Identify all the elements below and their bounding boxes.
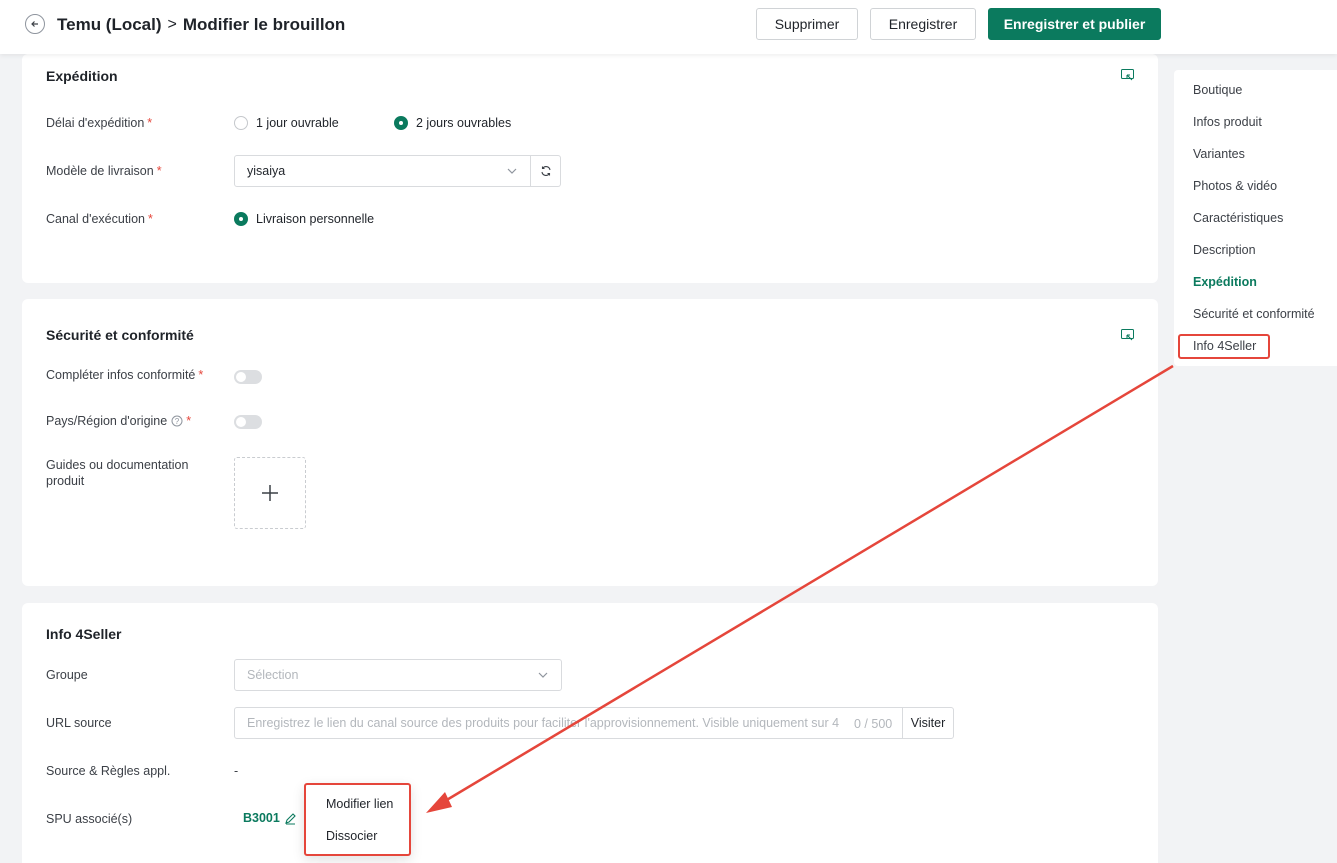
nav-item-infos-produit[interactable]: Infos produit	[1193, 115, 1262, 129]
template-value: yisaiya	[247, 164, 286, 178]
nav-item-caracteristiques[interactable]: Caractéristiques	[1193, 211, 1283, 225]
radio-label: Livraison personnelle	[256, 212, 375, 226]
radio-label: 1 jour ouvrable	[256, 116, 339, 130]
menu-item-edit-link[interactable]: Modifier lien	[326, 797, 393, 811]
group-select[interactable]: Sélection	[234, 659, 562, 691]
shipping-card: Expédition Délai d'expédition * 1 jour ou…	[22, 54, 1158, 283]
refresh-button[interactable]	[531, 155, 561, 187]
collapse-icon[interactable]	[1121, 329, 1134, 342]
nav-item-photos-video[interactable]: Photos & vidéo	[1193, 179, 1277, 193]
url-label: URL source	[46, 716, 112, 730]
plus-icon	[262, 485, 278, 501]
info4seller-title: Info 4Seller	[46, 626, 122, 642]
edit-icon[interactable]	[284, 812, 297, 825]
radio-label: 2 jours ouvrables	[416, 116, 512, 130]
annotation-highlight-box	[1178, 334, 1270, 359]
chevron-down-icon	[507, 168, 517, 174]
guides-label: Guides ou documentation produit	[46, 458, 189, 488]
save-button[interactable]: Enregistrer	[870, 8, 976, 40]
nav-item-boutique[interactable]: Boutique	[1193, 83, 1242, 97]
channel-label: Canal d'exécution *	[46, 212, 153, 226]
rules-label: Source & Règles appl.	[46, 764, 171, 778]
nav-item-expedition[interactable]: Expédition	[1193, 275, 1257, 289]
save-and-publish-button[interactable]: Enregistrer et publier	[988, 8, 1161, 40]
visit-button[interactable]: Visiter	[902, 707, 954, 739]
collapse-icon[interactable]	[1121, 69, 1134, 82]
chevron-down-icon	[538, 672, 548, 678]
delay-label: Délai d'expédition *	[46, 116, 153, 130]
compliance-card: Sécurité et conformité Compléter infos c…	[22, 299, 1158, 586]
template-select[interactable]: yisaiya	[234, 155, 531, 187]
delete-button[interactable]: Supprimer	[756, 8, 858, 40]
page-title: Modifier le brouillon	[182, 15, 346, 34]
spu-value[interactable]: B3001	[243, 811, 280, 825]
compliance-complete-toggle[interactable]	[234, 370, 262, 384]
origin-label: Pays/Région d'origine ? *	[46, 414, 192, 428]
help-icon[interactable]: ?	[171, 415, 183, 427]
nav-item-securite[interactable]: Sécurité et conformité	[1193, 307, 1315, 321]
nav-item-description[interactable]: Description	[1193, 243, 1256, 257]
info4seller-card: Info 4Seller Groupe Sélection URL source…	[22, 603, 1158, 863]
upload-button[interactable]	[234, 457, 306, 529]
breadcrumb-separator: >	[167, 16, 177, 33]
radio-dot-selected	[234, 212, 248, 226]
compliance-title: Sécurité et conformité	[46, 327, 194, 343]
svg-text:?: ?	[175, 417, 180, 426]
radio-2-days[interactable]: 2 jours ouvrables	[394, 116, 511, 130]
breadcrumb: Temu (Local) > Modifier le brouillon	[57, 15, 345, 35]
top-header: Temu (Local) > Modifier le brouillon Sup…	[0, 0, 1337, 54]
group-placeholder: Sélection	[247, 668, 299, 682]
shipping-title: Expédition	[46, 68, 118, 84]
url-counter: 0 / 500	[850, 717, 893, 731]
url-placeholder: Enregistrez le lien du canal source des …	[247, 716, 840, 730]
spu-link[interactable]: B3001	[243, 811, 297, 825]
spu-label: SPU associé(s)	[46, 812, 133, 826]
nav-item-variantes[interactable]: Variantes	[1193, 147, 1245, 161]
spu-action-menu: Modifier lien Dissocier	[304, 783, 411, 856]
template-label: Modèle de livraison *	[46, 164, 162, 178]
section-nav: Boutique Infos produit Variantes Photos …	[1174, 70, 1337, 366]
group-label: Groupe	[46, 668, 88, 682]
menu-item-dissociate[interactable]: Dissocier	[326, 829, 377, 843]
radio-1-day[interactable]: 1 jour ouvrable	[234, 116, 339, 130]
breadcrumb-root[interactable]: Temu (Local)	[57, 15, 162, 35]
refresh-icon	[540, 166, 551, 176]
origin-toggle[interactable]	[234, 415, 262, 429]
compliance-complete-label: Compléter infos conformité *	[46, 368, 204, 382]
radio-dot-selected	[394, 116, 408, 130]
radio-self-delivery[interactable]: Livraison personnelle	[234, 212, 374, 226]
url-input[interactable]: Enregistrez le lien du canal source des …	[234, 707, 903, 739]
back-arrow-icon[interactable]	[25, 14, 45, 34]
radio-dot	[234, 116, 248, 130]
rules-value: -	[234, 764, 239, 778]
